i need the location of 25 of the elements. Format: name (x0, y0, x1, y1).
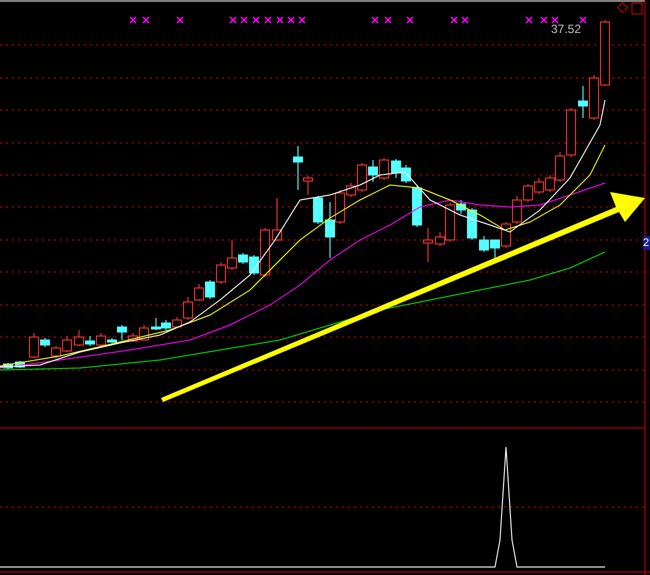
axis-tag: 2 (643, 236, 650, 250)
candlestick (401, 164, 411, 184)
candlestick (501, 222, 511, 248)
candlestick (423, 228, 433, 262)
candlestick (151, 318, 161, 330)
candlestick (534, 178, 544, 194)
candlestick (62, 336, 72, 352)
price-label: 37.52 (551, 22, 582, 36)
candlestick (161, 320, 171, 330)
candlestick (15, 360, 25, 368)
candlestick (216, 262, 226, 284)
candlestick (3, 362, 13, 370)
candlestick (490, 240, 500, 258)
candlestick (379, 158, 389, 180)
candlestick (578, 86, 588, 118)
candlestick (272, 198, 282, 242)
candlestick (205, 280, 215, 300)
candlestick (368, 160, 378, 182)
candlestick (194, 284, 204, 302)
candlestick (479, 236, 489, 252)
panel-icon (632, 2, 642, 14)
candlestick (391, 158, 401, 178)
candlestick (412, 186, 422, 228)
diamond-icon (616, 2, 628, 14)
candlestick (51, 346, 61, 358)
